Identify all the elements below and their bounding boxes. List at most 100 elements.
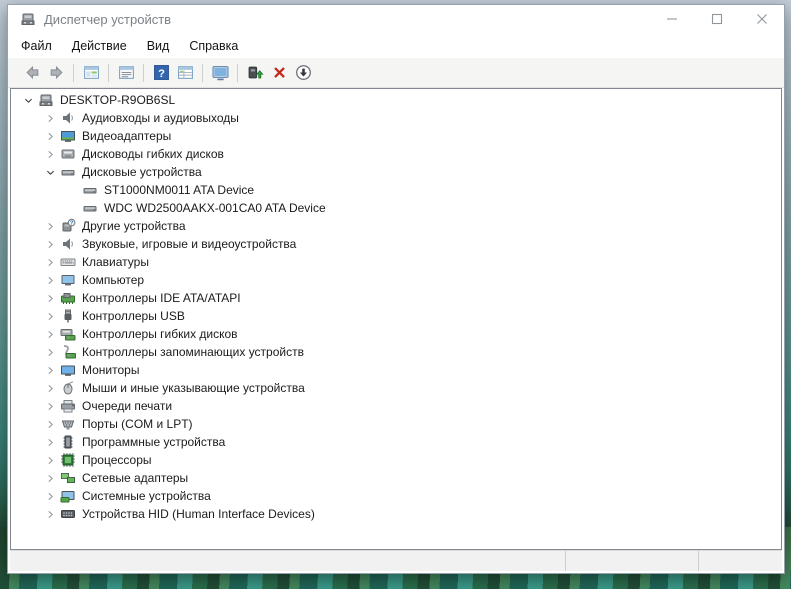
disk-drive-icon bbox=[82, 200, 98, 216]
chevron-expanded-icon[interactable] bbox=[21, 93, 35, 107]
menu-item-action[interactable]: Действие bbox=[62, 36, 137, 56]
chevron-expanded-icon[interactable] bbox=[43, 165, 57, 179]
chevron-collapsed-icon[interactable] bbox=[43, 255, 57, 269]
tree-item-label: Контроллеры запоминающих устройств bbox=[82, 345, 304, 359]
tree-item-label: Дисковые устройства bbox=[82, 165, 202, 179]
chevron-collapsed-icon[interactable] bbox=[43, 345, 57, 359]
chevron-collapsed-icon[interactable] bbox=[43, 219, 57, 233]
tree-item[interactable]: Очереди печати bbox=[11, 397, 781, 415]
chevron-collapsed-icon[interactable] bbox=[43, 507, 57, 521]
menu-item-help[interactable]: Справка bbox=[179, 36, 248, 56]
tree-item[interactable]: Системные устройства bbox=[11, 487, 781, 505]
svg-text:?: ? bbox=[158, 68, 165, 80]
chevron-collapsed-icon[interactable] bbox=[43, 363, 57, 377]
svg-text:?: ? bbox=[70, 221, 74, 227]
chevron-collapsed-icon[interactable] bbox=[43, 327, 57, 341]
tree-item[interactable]: WDC WD2500AAKX-001CA0 ATA Device bbox=[11, 199, 781, 217]
chevron-collapsed-icon[interactable] bbox=[43, 237, 57, 251]
minimize-icon bbox=[666, 13, 678, 25]
tree-item[interactable]: Контроллеры USB bbox=[11, 307, 781, 325]
tree-item-label: Программные устройства bbox=[82, 435, 226, 449]
device-manager-app-icon bbox=[20, 11, 36, 27]
chevron-collapsed-icon[interactable] bbox=[43, 129, 57, 143]
tree-panel: DESKTOP-R9OB6SL Аудиовходы и аудиовыходы В… bbox=[10, 88, 782, 550]
tree-item-label: Контроллеры USB bbox=[82, 309, 185, 323]
disk-drive-icon bbox=[82, 182, 98, 198]
tree-item[interactable]: Процессоры bbox=[11, 451, 781, 469]
tree-item[interactable]: ST1000NM0011 ATA Device bbox=[11, 181, 781, 199]
close-button[interactable] bbox=[739, 5, 784, 33]
toolbar-separator bbox=[73, 63, 74, 82]
mouse-icon bbox=[60, 380, 76, 396]
network-adapter-icon bbox=[60, 470, 76, 486]
chevron-collapsed-icon[interactable] bbox=[43, 489, 57, 503]
tree-item-label: Очереди печати bbox=[82, 399, 173, 413]
tree-item[interactable]: Клавиатуры bbox=[11, 253, 781, 271]
software-device-icon bbox=[60, 434, 76, 450]
menu-item-file[interactable]: Файл bbox=[11, 36, 62, 56]
tree-item[interactable]: Контроллеры гибких дисков bbox=[11, 325, 781, 343]
minimize-button[interactable] bbox=[649, 5, 694, 33]
disable-device-button[interactable] bbox=[291, 61, 315, 85]
chevron-collapsed-icon[interactable] bbox=[43, 381, 57, 395]
chevron-collapsed-icon[interactable] bbox=[43, 453, 57, 467]
tree-item[interactable]: Программные устройства bbox=[11, 433, 781, 451]
tree-item[interactable]: Аудиовходы и аудиовыходы bbox=[11, 109, 781, 127]
display-adapter-icon bbox=[60, 128, 76, 144]
tree-item-label: WDC WD2500AAKX-001CA0 ATA Device bbox=[104, 201, 326, 215]
chevron-collapsed-icon[interactable] bbox=[43, 399, 57, 413]
show-console-tree-button[interactable] bbox=[79, 61, 103, 85]
help-icon: ? bbox=[153, 64, 170, 81]
tree-item-label: Компьютер bbox=[82, 273, 145, 287]
forward-button[interactable] bbox=[44, 61, 68, 85]
items-view-button[interactable] bbox=[173, 61, 197, 85]
tree-item[interactable]: Дисководы гибких дисков bbox=[11, 145, 781, 163]
tree-item[interactable]: Сетевые адаптеры bbox=[11, 469, 781, 487]
tree-item[interactable]: Компьютер bbox=[11, 271, 781, 289]
chevron-collapsed-icon[interactable] bbox=[43, 435, 57, 449]
tree-item[interactable]: Порты (COM и LPT) bbox=[11, 415, 781, 433]
tree-item-label: DESKTOP-R9OB6SL bbox=[60, 93, 176, 107]
tree-item-label: ST1000NM0011 ATA Device bbox=[104, 183, 255, 197]
chevron-collapsed-icon[interactable] bbox=[43, 309, 57, 323]
tree-item[interactable]: Дисковые устройства bbox=[11, 163, 781, 181]
tree-item[interactable]: ? Другие устройства bbox=[11, 217, 781, 235]
scan-monitor-icon bbox=[212, 64, 229, 81]
chevron-collapsed-icon[interactable] bbox=[43, 111, 57, 125]
maximize-button[interactable] bbox=[694, 5, 739, 33]
update-driver-button[interactable] bbox=[243, 61, 267, 85]
tree-item[interactable]: Мониторы bbox=[11, 361, 781, 379]
tree-item[interactable]: Контроллеры IDE ATA/ATAPI bbox=[11, 289, 781, 307]
back-button[interactable] bbox=[20, 61, 44, 85]
tree-item[interactable]: DESKTOP-R9OB6SL bbox=[11, 91, 781, 109]
system-device-icon bbox=[60, 488, 76, 504]
tree-item[interactable]: Видеоадаптеры bbox=[11, 127, 781, 145]
device-tree: DESKTOP-R9OB6SL Аудиовходы и аудиовыходы В… bbox=[11, 89, 781, 523]
tree-item[interactable]: Мыши и иные указывающие устройства bbox=[11, 379, 781, 397]
chevron-collapsed-icon[interactable] bbox=[43, 417, 57, 431]
storage-controller-icon bbox=[60, 344, 76, 360]
status-segment-2 bbox=[698, 551, 782, 571]
maximize-icon bbox=[711, 13, 723, 25]
monitor-icon bbox=[60, 362, 76, 378]
menu-item-view[interactable]: Вид bbox=[137, 36, 180, 56]
tree-item[interactable]: Контроллеры запоминающих устройств bbox=[11, 343, 781, 361]
tree-item[interactable]: Звуковые, игровые и видеоустройства bbox=[11, 235, 781, 253]
disable-arrow-icon bbox=[295, 64, 312, 81]
keyboard-icon bbox=[60, 254, 76, 270]
chevron-collapsed-icon[interactable] bbox=[43, 273, 57, 287]
scan-hardware-changes-button[interactable] bbox=[208, 61, 232, 85]
floppy-controller-icon bbox=[60, 326, 76, 342]
properties-button[interactable] bbox=[114, 61, 138, 85]
uninstall-device-button[interactable] bbox=[267, 61, 291, 85]
properties-window-icon bbox=[118, 64, 135, 81]
chevron-collapsed-icon[interactable] bbox=[43, 147, 57, 161]
help-button[interactable]: ? bbox=[149, 61, 173, 85]
chevron-collapsed-icon[interactable] bbox=[43, 291, 57, 305]
tree-item-label: Другие устройства bbox=[82, 219, 186, 233]
titlebar[interactable]: Диспетчер устройств bbox=[8, 5, 784, 33]
chevron-collapsed-icon[interactable] bbox=[43, 471, 57, 485]
tree-item[interactable]: Устройства HID (Human Interface Devices) bbox=[11, 505, 781, 523]
